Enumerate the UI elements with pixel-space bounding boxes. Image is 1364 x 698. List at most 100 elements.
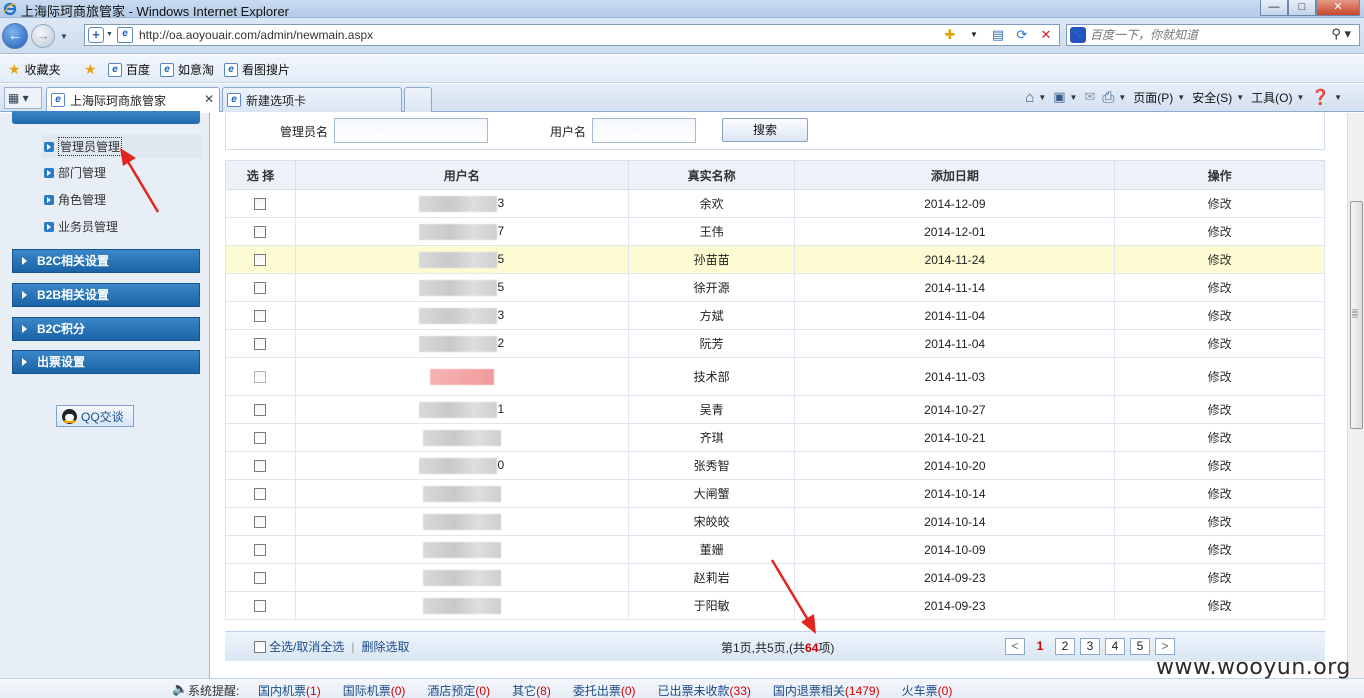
column-header-username[interactable]: 用户名 — [294, 160, 629, 190]
table-row[interactable]: 于阳敏 2014-09-23 修改 — [225, 591, 1325, 620]
admin-name-input[interactable] — [334, 118, 488, 143]
notice-item[interactable]: 酒店预定(0) — [427, 682, 490, 698]
add-favorite-plus-icon[interactable]: + — [88, 27, 104, 43]
forward-button[interactable]: → — [31, 24, 55, 48]
notice-item[interactable]: 国际机票(0) — [343, 682, 406, 698]
tools-menu[interactable]: 工具(O) — [1251, 89, 1292, 106]
notice-item[interactable]: 火车票(0) — [902, 682, 953, 698]
row-checkbox[interactable] — [254, 282, 267, 295]
notice-item[interactable]: 国内退票相关(1479) — [773, 682, 880, 698]
search-input[interactable] — [1090, 27, 1320, 43]
search-box[interactable]: 🐾 ⚲ ▾ — [1066, 24, 1360, 46]
edit-link[interactable]: 修改 — [1208, 309, 1232, 323]
favorites-button[interactable]: ★ 收藏夹 — [8, 61, 61, 78]
tab-current[interactable]: e 上海际珂商旅管家 ✕ — [46, 87, 220, 112]
chevron-down-icon[interactable]: ▼ — [106, 31, 113, 38]
edit-link[interactable]: 修改 — [1208, 337, 1232, 351]
table-row[interactable]: 2 阮芳 2014-11-04 修改 — [225, 329, 1325, 358]
delete-selected-link[interactable]: 删除选取 — [361, 638, 409, 655]
edit-link[interactable]: 修改 — [1208, 403, 1232, 417]
row-checkbox[interactable] — [254, 516, 267, 529]
edit-link[interactable]: 修改 — [1208, 543, 1232, 557]
table-row[interactable]: 技术部 2014-11-03 修改 — [225, 357, 1325, 396]
row-checkbox[interactable] — [254, 226, 267, 239]
table-row[interactable]: 5 徐开源 2014-11-14 修改 — [225, 273, 1325, 302]
edit-link[interactable]: 修改 — [1208, 225, 1232, 239]
tab-new[interactable]: e 新建选项卡 — [222, 87, 402, 112]
chevron-down-icon[interactable]: ▼ — [965, 26, 983, 44]
minimize-button[interactable]: — — [1260, 0, 1288, 16]
table-row[interactable]: 7 王伟 2014-12-01 修改 — [225, 217, 1325, 246]
sidebar-item-admin-manage[interactable]: 管理员管理 — [42, 135, 203, 158]
column-header-realname[interactable]: 真实名称 — [627, 160, 796, 190]
search-button[interactable]: 搜索 — [722, 118, 808, 142]
prev-page-button[interactable]: < — [1005, 638, 1025, 655]
edit-link[interactable]: 修改 — [1208, 487, 1232, 501]
history-dropdown-icon[interactable]: ▼ — [60, 32, 68, 41]
notice-item[interactable]: 已出票未收款(33) — [658, 682, 751, 698]
sidebar-item-sales-manage[interactable]: 业务员管理 — [44, 218, 118, 235]
notice-item[interactable]: 委托出票(0) — [573, 682, 636, 698]
favorite-link-ruyitao[interactable]: e 如意淘 — [160, 61, 214, 78]
rss-feed-icon[interactable]: ▣ — [1053, 89, 1065, 105]
edit-link[interactable]: 修改 — [1208, 571, 1232, 585]
home-icon[interactable]: ⌂ — [1025, 89, 1034, 106]
edit-link[interactable]: 修改 — [1208, 197, 1232, 211]
username-input[interactable] — [592, 118, 696, 143]
edit-link[interactable]: 修改 — [1208, 515, 1232, 529]
table-row[interactable]: 董姗 2014-10-09 修改 — [225, 535, 1325, 564]
row-checkbox[interactable] — [254, 600, 267, 613]
page-5-button[interactable]: 5 — [1130, 638, 1150, 655]
favorite-link-kantu[interactable]: e 看图搜片 — [224, 61, 290, 78]
select-all-checkbox[interactable] — [254, 640, 266, 653]
vertical-scrollbar[interactable]: ═ ═ ═ — [1347, 113, 1364, 678]
edit-link[interactable]: 修改 — [1208, 431, 1232, 445]
table-row[interactable]: 1 吴青 2014-10-27 修改 — [225, 395, 1325, 424]
table-row[interactable]: 5 孙苗苗 2014-11-24 修改 — [225, 245, 1325, 274]
url-field[interactable]: + ▼ e http://oa.aoyouair.com/admin/newma… — [84, 24, 1060, 46]
quick-tabs-button[interactable]: ▦ ▾ — [4, 87, 42, 109]
edit-link[interactable]: 修改 — [1208, 253, 1232, 267]
table-row[interactable]: 大闸蟹 2014-10-14 修改 — [225, 479, 1325, 508]
row-checkbox[interactable] — [254, 404, 267, 417]
table-row[interactable]: 3 方斌 2014-11-04 修改 — [225, 301, 1325, 330]
compatibility-view-icon[interactable]: ▤ — [989, 26, 1007, 44]
refresh-icon[interactable]: ⟳ — [1013, 26, 1031, 44]
table-row[interactable]: 0 张秀智 2014-10-20 修改 — [225, 451, 1325, 480]
row-checkbox[interactable] — [254, 432, 267, 445]
edit-link[interactable]: 修改 — [1208, 459, 1232, 473]
table-row[interactable]: 宋皎皎 2014-10-14 修改 — [225, 507, 1325, 536]
help-icon[interactable]: ❓ — [1311, 88, 1330, 106]
page-2-button[interactable]: 2 — [1055, 638, 1075, 655]
addon-icon[interactable]: ✚ — [941, 26, 959, 44]
select-all-link[interactable]: 全选/取消全选 — [269, 638, 344, 655]
close-tab-icon[interactable]: ✕ — [204, 92, 214, 106]
sidebar-group-b2c-points[interactable]: B2C积分 — [12, 317, 200, 341]
sidebar-group-b2b-settings[interactable]: B2B相关设置 — [12, 283, 200, 307]
sidebar-item-dept-manage[interactable]: 部门管理 — [44, 164, 106, 181]
maximize-button[interactable]: □ — [1288, 0, 1316, 16]
page-4-button[interactable]: 4 — [1105, 638, 1125, 655]
row-checkbox[interactable] — [254, 338, 267, 351]
row-checkbox[interactable] — [254, 488, 267, 501]
chevron-down-icon[interactable]: ▼ — [1038, 93, 1046, 102]
chevron-down-icon[interactable]: ▼ — [1118, 93, 1126, 102]
url-text[interactable]: http://oa.aoyouair.com/admin/newmain.asp… — [139, 28, 373, 42]
tab-add-button[interactable] — [404, 87, 432, 112]
chevron-down-icon[interactable]: ▼ — [1177, 93, 1185, 102]
notice-item[interactable]: 国内机票(1) — [258, 682, 321, 698]
chevron-down-icon[interactable]: ▼ — [1296, 93, 1304, 102]
close-window-button[interactable]: ✕ — [1316, 0, 1360, 16]
safety-menu[interactable]: 安全(S) — [1192, 89, 1232, 106]
row-checkbox[interactable] — [254, 572, 267, 585]
add-to-favorites-button[interactable]: ★ — [84, 61, 97, 78]
row-checkbox[interactable] — [254, 310, 267, 323]
notice-item[interactable]: 其它(8) — [512, 682, 551, 698]
row-checkbox[interactable] — [254, 544, 267, 557]
sidebar-group-ticketing[interactable]: 出票设置 — [12, 350, 200, 374]
mail-icon[interactable]: ✉ — [1084, 89, 1095, 105]
sidebar-group-header-cut[interactable] — [12, 111, 200, 124]
chevron-down-icon[interactable]: ▼ — [1334, 93, 1342, 102]
search-icon[interactable]: ⚲ ▾ — [1331, 26, 1351, 42]
next-page-button[interactable]: > — [1155, 638, 1175, 655]
